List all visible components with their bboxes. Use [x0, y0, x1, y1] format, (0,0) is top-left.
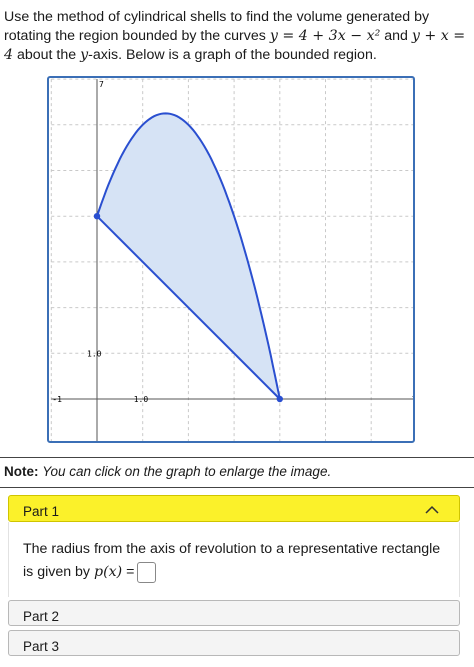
y-axis-tick-label: 1.0 [87, 349, 102, 358]
x-axis-tick-label: 1.0 [134, 395, 149, 404]
part-1-text: The radius from the axis of revolution t… [23, 541, 441, 580]
divider-top [0, 457, 474, 458]
part-1-label: Part 1 [23, 504, 60, 519]
question-text-3: about the [13, 47, 81, 63]
radius-function: p(x) [93, 564, 123, 580]
y-axis-max-label: 7 [99, 80, 104, 89]
axis-variable: y [80, 47, 89, 63]
region-graph[interactable]: 7 1.0 -1 -1 1.0 7 [47, 76, 415, 443]
part-3-label: Part 3 [23, 639, 60, 654]
part-2-header[interactable]: Part 2 [8, 600, 460, 626]
part-1-header[interactable]: Part 1 [8, 495, 460, 522]
note: Note: You can click on the graph to enla… [4, 464, 331, 479]
parabola-equation: y = 4 + 3x − x² [269, 28, 381, 44]
divider-bottom [0, 487, 474, 488]
answer-input[interactable] [137, 561, 157, 583]
x-axis-max-label: 7 [412, 395, 413, 404]
equals-sign: = [122, 564, 135, 580]
graph-svg[interactable]: 7 1.0 -1 -1 1.0 7 [49, 78, 413, 441]
part-1-question: The radius from the axis of revolution t… [23, 538, 443, 584]
question-text-4: -axis. Below is a graph of the bounded r… [88, 47, 377, 63]
intersection-point-right [276, 395, 283, 403]
question-text-2: and [380, 28, 412, 44]
part-1-body: The radius from the axis of revolution t… [8, 522, 460, 597]
note-text: You can click on the graph to enlarge th… [42, 464, 332, 479]
question-text: Use the method of cylindrical shells to … [4, 8, 466, 65]
x-axis-min-label: -1 [52, 395, 62, 404]
intersection-point-top [93, 213, 101, 220]
note-label: Note: [4, 464, 39, 479]
part-3-header[interactable]: Part 3 [8, 630, 460, 656]
part-2-label: Part 2 [23, 609, 60, 624]
chevron-up-icon[interactable] [425, 503, 439, 517]
